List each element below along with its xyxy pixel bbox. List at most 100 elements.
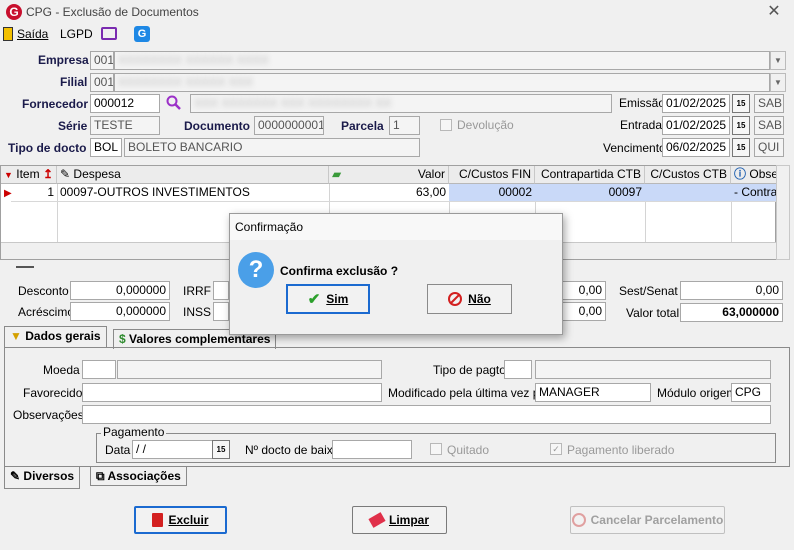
pagamento-liberado-checkbox[interactable]: ✓ [550,443,562,455]
data-calendar-icon[interactable]: 15 [212,440,230,459]
modulo-origem-field: CPG [731,383,771,402]
quitado-label: Quitado [447,443,490,457]
vencimento-date-field[interactable]: 06/02/2025 [662,138,730,157]
entrada-date-field[interactable]: 01/02/2025 [662,116,730,135]
vencimento-day: QUI [754,138,784,157]
parcela-label: Parcela [341,119,384,133]
no-entry-icon [448,292,463,306]
parcela-field[interactable]: 1 [389,116,420,135]
no-button[interactable]: Não [427,284,512,314]
sest-senat-field[interactable]: 0,00 [680,281,783,300]
inss-field[interactable] [213,302,229,321]
cell-obs[interactable]: - Contrap [731,184,777,201]
vencimento-calendar-icon[interactable]: 15 [732,138,750,157]
empresa-code-field[interactable]: 001 [90,51,114,70]
exit-icon [3,27,13,41]
yes-button[interactable]: ✔ Sim [286,284,370,314]
total-field-1[interactable]: 0,00 [562,281,606,300]
cell-despesa[interactable]: 00097-OUTROS INVESTIMENTOS [57,184,329,201]
valor-total-field: 63,000000 [680,303,783,322]
monitor-icon[interactable] [101,27,117,40]
tab-diversos[interactable]: ✎ Diversos [4,467,81,489]
tab-dados-gerais[interactable]: ▼ Dados gerais [4,326,107,348]
devolucao-checkbox[interactable] [440,119,452,131]
irrf-field[interactable] [213,281,229,300]
excluir-button[interactable]: Excluir [134,506,227,534]
devolucao-label: Devolução [457,118,514,132]
emissao-label: Emissão [619,96,666,110]
vertical-scrollbar[interactable] [776,165,790,260]
modificado-label: Modificado pela última vez por [388,386,551,400]
close-icon[interactable]: ✕ [764,2,784,22]
entrada-label: Entrada [620,118,663,132]
empresa-name-field[interactable]: XXXXXXXX XXXXXX XXXX [114,51,770,70]
lgpd-button[interactable]: LGPD [60,27,93,41]
valor-total-label: Valor total [626,306,680,320]
cell-ccfin[interactable]: 00002 [449,184,535,201]
data-field[interactable]: / / [132,440,214,459]
column-header-contrapartida[interactable]: Contrapartida CTB [535,166,645,184]
empresa-label: Empresa [38,53,89,67]
filial-dropdown-icon[interactable]: ▼ [770,73,786,92]
info-icon: ⓘ [734,167,747,181]
favorecido-label: Favorecido [23,386,83,400]
check-icon: ✔ [307,291,321,308]
tipo-docto-code-field[interactable]: BOL [90,138,122,157]
pagamento-group-label: Pagamento [101,425,167,440]
serie-field[interactable]: TESTE [90,116,160,135]
exit-button[interactable]: Saída [3,27,48,41]
filial-name-field[interactable]: XXXXXXXX XXXXX XXX [114,73,770,92]
tab-associacoes[interactable]: ⧉ Associações [90,467,187,486]
emissao-date-field[interactable]: 01/02/2025 [662,94,730,113]
desconto-field[interactable]: 0,000000 [70,281,170,300]
filial-code-field[interactable]: 001 [90,73,114,92]
row-pointer-icon: ▶ [4,188,12,199]
empresa-dropdown-icon[interactable]: ▼ [770,51,786,70]
entrada-calendar-icon[interactable]: 15 [732,116,750,135]
tipo-pagto-code-field[interactable] [504,360,532,379]
column-header-ccfin[interactable]: C/Custos FIN [449,166,535,184]
moeda-desc-field [117,360,382,379]
filter-icon: ▼ [10,329,22,343]
serie-label: Série [58,119,88,133]
entrada-day: SAB [754,116,784,135]
g-app-icon[interactable]: G [134,26,150,42]
search-icon[interactable] [166,95,182,111]
limpar-button[interactable]: Limpar [352,506,447,534]
column-header-item[interactable]: ▼ Item ↥ [1,166,57,184]
splitter-handle[interactable] [16,266,34,268]
acrescimo-label: Acréscimo [18,305,75,319]
question-icon: ? [238,252,274,288]
title-bar: G CPG - Exclusão de Documentos ✕ [0,0,794,24]
inss-label: INSS [183,305,212,319]
fornecedor-code-field[interactable]: 000012 [90,94,160,113]
total-field-2[interactable]: 0,00 [562,302,606,321]
vencimento-label: Vencimento [603,141,666,155]
documento-field[interactable]: 0000000001 [254,116,324,135]
moeda-code-field[interactable] [82,360,116,379]
ndocto-baixa-label: Nº docto de baixa [245,443,340,457]
emissao-day: SAB [754,94,784,113]
quitado-checkbox[interactable] [430,443,442,455]
acrescimo-field[interactable]: 0,000000 [70,302,170,321]
dialog-title: Confirmação [230,214,562,240]
table-row[interactable]: ▶ 1 [1,184,57,201]
moeda-label: Moeda [43,363,80,377]
column-header-ccctb[interactable]: C/Custos CTB [645,166,731,184]
confirmation-dialog: Confirmação ? Confirma exclusão ? ✔ Sim … [229,213,563,335]
favorecido-field[interactable] [82,383,382,402]
cell-valor[interactable]: 63,00 [329,184,449,201]
tipo-docto-desc-field: BOLETO BANCARIO [124,138,420,157]
sest-senat-label: Sest/Senat [619,284,678,298]
column-header-obs[interactable]: ⓘ Obse [731,166,777,184]
ndocto-baixa-field[interactable] [332,440,412,459]
fornecedor-name-field[interactable]: XXX XXXXXXX XXX XXXXXXXX XX [190,94,612,113]
cell-ccctb[interactable] [645,184,731,201]
cancel-icon [571,513,586,527]
emissao-calendar-icon[interactable]: 15 [732,94,750,113]
cell-contrapartida[interactable]: 00097 [535,184,645,201]
column-header-despesa[interactable]: ✎ Despesa [57,166,329,184]
observacoes-field[interactable] [82,405,771,424]
column-header-valor[interactable]: ▰ Valor [329,166,449,184]
filial-label: Filial [60,75,88,89]
